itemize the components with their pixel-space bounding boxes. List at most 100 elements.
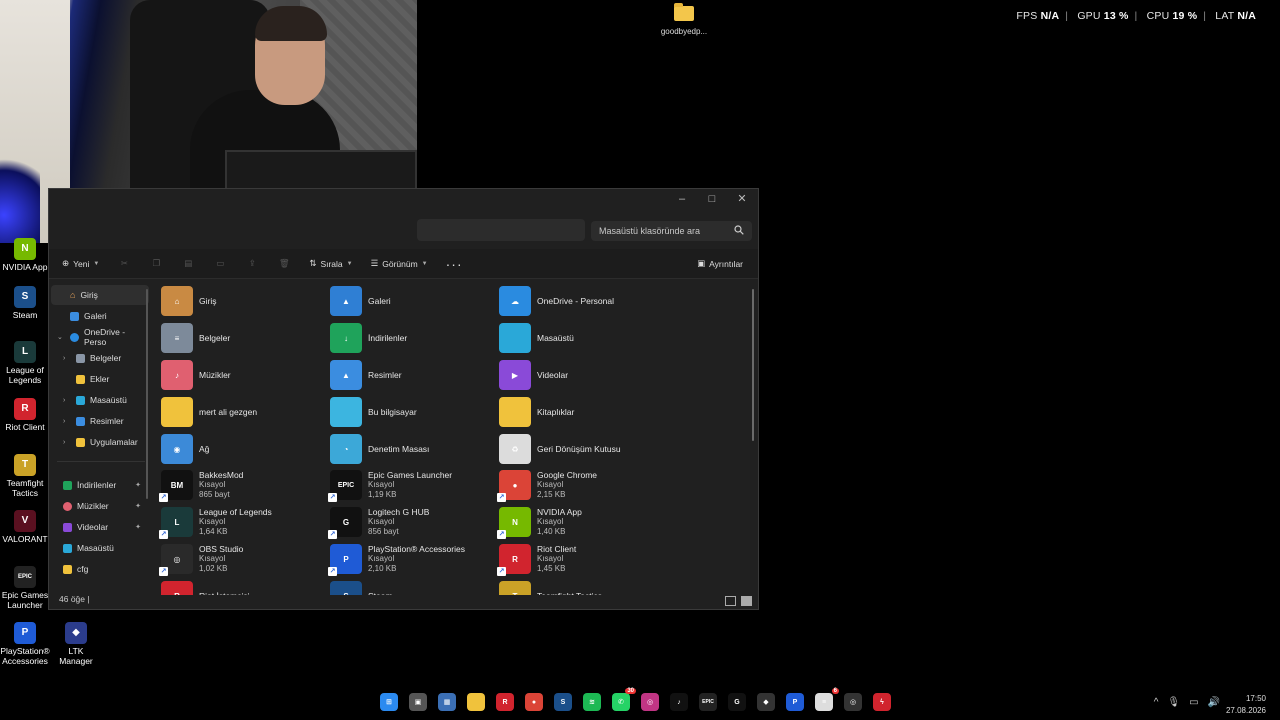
- file-item[interactable]: ▲ Resimler: [330, 357, 500, 393]
- desktop-icon-ltk-manager[interactable]: ◆ LTK Manager: [51, 622, 101, 667]
- nav-item-belgeler[interactable]: › Belgeler: [51, 348, 149, 368]
- paste-icon[interactable]: ▤: [178, 253, 198, 275]
- taskbar-task-view-icon[interactable]: ▣: [409, 693, 427, 711]
- file-item[interactable]: G ↗ Logitech G HUB Kısayol 856 bayt: [328, 504, 500, 540]
- new-button[interactable]: ⊕ Yeni ▼: [59, 253, 102, 275]
- details-button[interactable]: ▣ Ayrıntılar: [694, 253, 746, 275]
- share-icon[interactable]: ⇪: [242, 253, 262, 275]
- taskbar-riot-client-icon[interactable]: R: [496, 693, 514, 711]
- microphone-icon[interactable]: 🎙: [1167, 697, 1180, 708]
- nav-item-resimler[interactable]: › Resimler: [51, 411, 149, 431]
- file-item[interactable]: ↓ İndirilenler: [330, 320, 500, 356]
- taskbar-logitech-icon[interactable]: G: [728, 693, 746, 711]
- file-item-icon: ↓: [330, 323, 362, 353]
- file-item[interactable]: ≡ Belgeler: [161, 320, 331, 356]
- taskbar-chrome-icon[interactable]: ●: [525, 693, 543, 711]
- taskbar-epic-games-icon[interactable]: EPIC: [699, 693, 717, 711]
- taskbar-lightning-icon[interactable]: ϟ: [873, 693, 891, 711]
- taskbar-start-button-icon[interactable]: ⊞: [380, 693, 398, 711]
- desktop-icon-playstation-accessories[interactable]: P PlayStation® Accessories: [0, 622, 50, 667]
- details-view-icon[interactable]: [725, 596, 736, 606]
- address-bar[interactable]: [417, 219, 585, 241]
- nav-item-downloads[interactable]: İndirilenler ✦: [51, 475, 149, 495]
- desktop-icon-label: LTK Manager: [59, 646, 93, 666]
- nav-item-gallery[interactable]: Galeri: [51, 306, 149, 326]
- file-item[interactable]: N ↗ NVIDIA App Kısayol 1,40 KB: [497, 504, 669, 540]
- desktop-icon-label: Teamfight Tactics: [6, 478, 44, 498]
- file-item-size: 856 bayt: [368, 527, 399, 537]
- nav-item-ekler[interactable]: Ekler: [51, 369, 149, 389]
- file-item[interactable]: R ↗ Riot Client Kısayol 1,45 KB: [497, 541, 669, 577]
- desktop-icon-league-of-legends[interactable]: L League of Legends: [0, 341, 50, 386]
- nav-item-desktop-pinned[interactable]: Masaüstü: [51, 538, 149, 558]
- file-item[interactable]: L ↗ League of Legends Kısayol 1,64 KB: [159, 504, 331, 540]
- taskbar-playstation-icon[interactable]: P: [786, 693, 804, 711]
- file-item[interactable]: ☁ OneDrive - Personal: [499, 283, 669, 319]
- desktop-icon-riot-client[interactable]: R Riot Client: [0, 398, 50, 433]
- rename-icon[interactable]: ▭: [210, 253, 230, 275]
- file-item[interactable]: ◔ Denetim Masası: [330, 431, 500, 467]
- file-item[interactable]: Masaüstü: [499, 320, 669, 356]
- taskbar-steam-icon[interactable]: S: [554, 693, 572, 711]
- volume-icon[interactable]: 🔊: [1208, 697, 1220, 708]
- file-item[interactable]: ♪ Müzikler: [161, 357, 331, 393]
- nav-item-home[interactable]: ⌂ Giriş: [51, 285, 149, 305]
- desktop-icon-valorant[interactable]: V VALORANT: [0, 510, 50, 545]
- chevron-down-icon: ⌄: [57, 334, 63, 341]
- view-button[interactable]: ☰ Görünüm ▼: [368, 253, 431, 275]
- delete-icon[interactable]: 🗑: [274, 253, 294, 275]
- clock[interactable]: 17:50 27.08.2026: [1226, 693, 1266, 716]
- maximize-icon[interactable]: □: [702, 191, 722, 207]
- file-item[interactable]: BM ↗ BakkesMod Kısayol 865 bayt: [159, 467, 331, 503]
- nav-item-videos[interactable]: Videolar ✦: [51, 517, 149, 537]
- file-item[interactable]: ⌂ Giriş: [161, 283, 331, 319]
- shortcut-arrow-icon: ↗: [328, 530, 337, 539]
- show-hidden-icons-chevron-icon[interactable]: ^: [1154, 697, 1159, 708]
- shortcut-arrow-icon: ↗: [497, 530, 506, 539]
- file-item[interactable]: Bu bilgisayar: [330, 394, 500, 430]
- file-item[interactable]: ◎ ↗ OBS Studio Kısayol 1,02 KB: [159, 541, 331, 577]
- file-item[interactable]: ▶ Videolar: [499, 357, 669, 393]
- nav-item-cfg[interactable]: cfg: [51, 559, 149, 579]
- nav-item-music[interactable]: Müzikler ✦: [51, 496, 149, 516]
- more-options-button[interactable]: ···: [443, 253, 466, 275]
- desktop-icon-teamfight-tactics[interactable]: T Teamfight Tactics: [0, 454, 50, 499]
- content-scrollbar[interactable]: [752, 289, 754, 441]
- taskbar-widgets-icon[interactable]: ▦: [438, 693, 456, 711]
- shortcut-arrow-icon: ↗: [328, 493, 337, 502]
- file-item[interactable]: ♻ Geri Dönüşüm Kutusu: [499, 431, 669, 467]
- search-input[interactable]: Masaüstü klasöründe ara: [591, 221, 752, 241]
- title-bar[interactable]: – □ ✕: [417, 189, 758, 211]
- file-item[interactable]: mert ali gezgen: [161, 394, 331, 430]
- tiles-view-icon[interactable]: [741, 596, 752, 606]
- nav-item-uygulamalar[interactable]: › Uygulamalar: [51, 432, 149, 452]
- nav-scrollbar[interactable]: [146, 289, 148, 499]
- minimize-icon[interactable]: –: [672, 191, 692, 207]
- taskbar-obs-icon[interactable]: ◎: [844, 693, 862, 711]
- desktop-icon-steam[interactable]: S Steam: [0, 286, 50, 321]
- taskbar-tiktok-icon[interactable]: ♪: [670, 693, 688, 711]
- file-item[interactable]: P ↗ PlayStation® Accessories Kısayol 2,10 KB: [328, 541, 500, 577]
- nav-item-onedrive[interactable]: ⌄ OneDrive - Perso: [51, 327, 149, 347]
- file-item[interactable]: Kitaplıklar: [499, 394, 669, 430]
- taskbar-shield-icon[interactable]: ◆: [757, 693, 775, 711]
- desktop-file-goodbyedpi[interactable]: goodbyedp...: [656, 3, 712, 36]
- desktop-icon-nvidia-app[interactable]: N NVIDIA App: [0, 238, 50, 273]
- desktop-icon-epic-games-launcher[interactable]: EPIC Epic Games Launcher: [0, 566, 50, 611]
- file-item[interactable]: EPIC ↗ Epic Games Launcher Kısayol 1,19 KB: [328, 467, 500, 503]
- nav-item-masaustu[interactable]: › Masaüstü: [51, 390, 149, 410]
- taskbar-spotify-icon[interactable]: ≋: [583, 693, 601, 711]
- file-item[interactable]: ● ↗ Google Chrome Kısayol 2,15 KB: [497, 467, 669, 503]
- clock-date: 27.08.2026: [1225, 705, 1266, 715]
- network-icon[interactable]: ▭: [1189, 697, 1198, 708]
- file-item[interactable]: ▲ Galeri: [330, 283, 500, 319]
- cut-icon[interactable]: ✂: [114, 253, 134, 275]
- taskbar-instagram-icon[interactable]: ◎: [641, 693, 659, 711]
- copy-icon[interactable]: ❐: [146, 253, 166, 275]
- taskbar-notepad-icon[interactable]: ≡ 6: [815, 688, 839, 711]
- file-item[interactable]: ◉ Ağ: [161, 431, 331, 467]
- taskbar-whatsapp-icon[interactable]: ✆ 30: [612, 688, 636, 711]
- close-icon[interactable]: ✕: [732, 191, 752, 207]
- taskbar-file-explorer-icon[interactable]: [467, 693, 485, 711]
- sort-button[interactable]: ⇅ Sırala ▼: [306, 253, 355, 275]
